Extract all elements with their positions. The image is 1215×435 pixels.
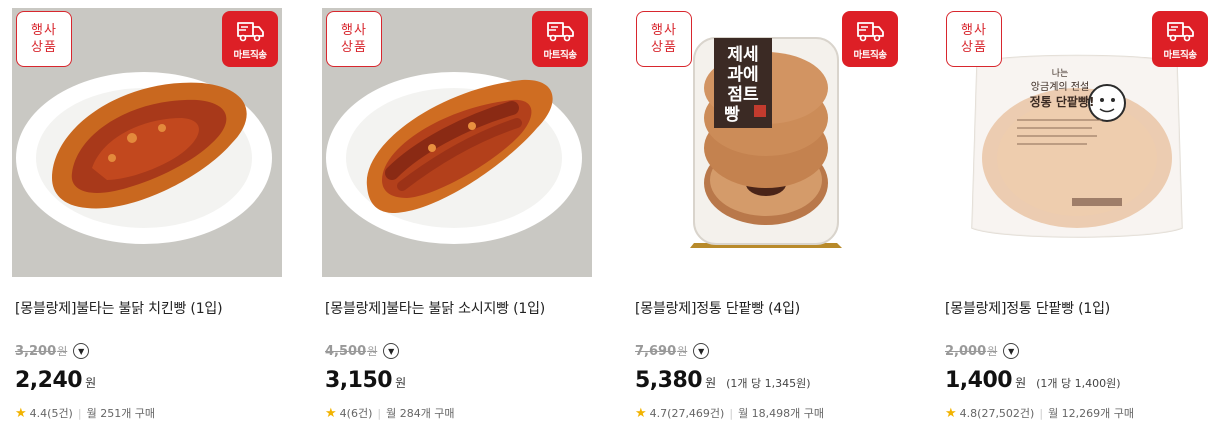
- mart-delivery-badge: 마트직송: [532, 11, 588, 67]
- star-icon: ★: [325, 405, 337, 421]
- mart-delivery-badge: 마트직송: [842, 11, 898, 67]
- truck-icon: [857, 22, 884, 42]
- monthly-purchases: 월 251개 구매: [86, 407, 156, 420]
- package-text: 과에: [727, 65, 758, 85]
- product-title[interactable]: [몽블랑제]정통 단팥빵 (4입): [635, 298, 800, 318]
- mart-delivery-label: 마트직송: [853, 50, 887, 61]
- product-title[interactable]: [몽블랑제]정통 단팥빵 (1입): [945, 298, 1110, 318]
- mart-delivery-badge: 마트직송: [222, 11, 278, 67]
- original-price-row: 2,000 원 ▼: [945, 342, 1020, 360]
- product-title[interactable]: [몽블랑제]불타는 불닭 소시지빵 (1입): [325, 298, 545, 318]
- package-text: 점트: [727, 85, 759, 105]
- product-image[interactable]: 제세 과에 점트 빵 행사 상품 마트직송: [632, 8, 902, 277]
- original-price-unit: 원: [367, 345, 378, 358]
- chevron-down-icon[interactable]: ▼: [73, 343, 90, 359]
- divider: |: [729, 406, 734, 420]
- mart-delivery-label: 마트직송: [233, 50, 267, 61]
- mart-delivery-label: 마트직송: [543, 50, 577, 61]
- price-row: 1,400 원 (1개 당 1,400원): [945, 368, 1121, 393]
- price-unit: 원: [1015, 376, 1027, 390]
- price-row: 2,240 원: [15, 368, 96, 393]
- price-unit: 원: [395, 376, 407, 390]
- price-row: 3,150 원: [325, 368, 406, 393]
- divider: |: [1039, 406, 1044, 420]
- original-price-row: 7,690 원 ▼: [635, 342, 710, 360]
- event-badge: 행사 상품: [326, 11, 382, 67]
- original-price: 7,690: [635, 343, 677, 359]
- package-text: 나는: [1052, 68, 1069, 79]
- star-icon: ★: [15, 405, 27, 421]
- rating: 4.8(27,502건): [959, 407, 1035, 420]
- event-badge: 행사 상품: [946, 11, 1002, 67]
- review-row: ★ 4.8(27,502건) | 월 12,269개 구매: [945, 405, 1134, 421]
- truck-icon: [547, 22, 574, 42]
- chevron-down-icon[interactable]: ▼: [1003, 343, 1020, 359]
- rating: 4.4(5건): [29, 407, 73, 420]
- event-badge: 행사 상품: [16, 11, 72, 67]
- sale-price: 5,380: [635, 368, 703, 393]
- product-card[interactable]: 행사 상품 마트직송 [몽블랑제]불타는 불닭 소시지빵 (1입) 4,500 원…: [322, 8, 592, 428]
- product-card[interactable]: 행사 상품 마트직송 [몽블랑제]불타는 불닭 치킨빵 (1입) 3,200 원 …: [12, 8, 282, 428]
- package-text: 정통 단팥빵!: [1030, 94, 1095, 109]
- price-unit: 원: [705, 376, 717, 390]
- rating: 4.7(27,469건): [649, 407, 725, 420]
- rating: 4(6건): [339, 407, 373, 420]
- chevron-down-icon[interactable]: ▼: [383, 343, 400, 359]
- divider: |: [377, 406, 382, 420]
- original-price-unit: 원: [677, 345, 688, 358]
- sale-price: 1,400: [945, 368, 1013, 393]
- product-card[interactable]: 제세 과에 점트 빵 행사 상품 마트직송 [몽블랑제]정통 단팥빵 (4입) 7…: [632, 8, 902, 428]
- price-row: 5,380 원 (1개 당 1,345원): [635, 368, 811, 393]
- star-icon: ★: [945, 405, 957, 421]
- review-row: ★ 4.7(27,469건) | 월 18,498개 구매: [635, 405, 824, 421]
- original-price-unit: 원: [987, 345, 998, 358]
- price-unit: 원: [85, 376, 97, 390]
- original-price: 2,000: [945, 343, 987, 359]
- product-image[interactable]: 행사 상품 마트직송: [322, 8, 592, 277]
- original-price-row: 4,500 원 ▼: [325, 342, 400, 360]
- sale-price: 3,150: [325, 368, 393, 393]
- review-row: ★ 4(6건) | 월 284개 구매: [325, 405, 455, 421]
- package-text: 앙금계의 전설: [1031, 81, 1089, 93]
- product-image[interactable]: 나는 앙금계의 전설 정통 단팥빵! 행사 상품 마트직송: [942, 8, 1212, 277]
- mart-delivery-badge: 마트직송: [1152, 11, 1208, 67]
- chevron-down-icon[interactable]: ▼: [693, 343, 710, 359]
- monthly-purchases: 월 18,498개 구매: [738, 407, 825, 420]
- product-image[interactable]: 행사 상품 마트직송: [12, 8, 282, 277]
- package-text: 빵: [724, 105, 740, 125]
- original-price: 4,500: [325, 343, 367, 359]
- mart-delivery-label: 마트직송: [1163, 50, 1197, 61]
- review-row: ★ 4.4(5건) | 월 251개 구매: [15, 405, 155, 421]
- original-price-row: 3,200 원 ▼: [15, 342, 90, 360]
- event-badge: 행사 상품: [636, 11, 692, 67]
- monthly-purchases: 월 12,269개 구매: [1048, 407, 1135, 420]
- star-icon: ★: [635, 405, 647, 421]
- original-price: 3,200: [15, 343, 57, 359]
- truck-icon: [1167, 22, 1194, 42]
- unit-price: (1개 당 1,400원): [1036, 377, 1121, 390]
- monthly-purchases: 월 284개 구매: [386, 407, 455, 420]
- truck-icon: [237, 22, 264, 42]
- product-title[interactable]: [몽블랑제]불타는 불닭 치킨빵 (1입): [15, 298, 223, 318]
- product-card[interactable]: 나는 앙금계의 전설 정통 단팥빵! 행사 상품 마트직송 [몽블랑제]정통 단팥…: [942, 8, 1212, 428]
- unit-price: (1개 당 1,345원): [726, 377, 811, 390]
- divider: |: [77, 406, 82, 420]
- package-text: 제세: [727, 45, 758, 65]
- original-price-unit: 원: [57, 345, 68, 358]
- sale-price: 2,240: [15, 368, 83, 393]
